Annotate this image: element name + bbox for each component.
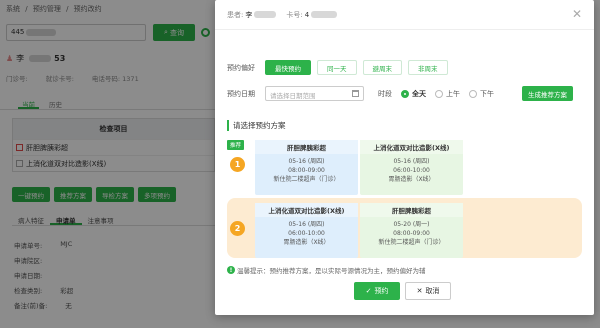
preference-label: 预约偏好 bbox=[227, 63, 255, 72]
plan-card[interactable]: 肝胆脾胰彩超 05-20 (周一) 08:00-09:00 新住院二楼超声（门诊… bbox=[360, 203, 463, 258]
card-number: 4 bbox=[304, 10, 310, 19]
confirm-booking-button[interactable]: ✓ 预约 bbox=[354, 282, 400, 300]
period-group: 时段 全天 上午 下午 bbox=[378, 89, 494, 99]
calendar-icon bbox=[352, 90, 359, 97]
patient-label: 患者: bbox=[227, 10, 244, 19]
pref-avoid-weekend-button[interactable]: 避周末 bbox=[362, 60, 402, 75]
date-range-input[interactable]: 请选择日期范围 bbox=[265, 86, 364, 101]
plan-card[interactable]: 上消化道双对比造影(X线) 05-16 (周四) 06:00-10:00 胃肠造… bbox=[360, 140, 463, 195]
section-title: 请选择预约方案 bbox=[227, 120, 286, 131]
preference-row: 预约偏好 最快预约 同一天 避周末 非周末 bbox=[227, 60, 448, 75]
dialog-header: 患者: 李 卡号: 4 bbox=[215, 0, 594, 30]
cancel-button[interactable]: ✕ 取消 bbox=[405, 282, 451, 300]
generate-plan-button[interactable]: 生成推荐方案 bbox=[522, 86, 573, 101]
period-afternoon[interactable]: 下午 bbox=[469, 89, 494, 99]
plan-number: 2 bbox=[230, 221, 245, 236]
pref-fastest-button[interactable]: 最快预约 bbox=[265, 60, 311, 75]
appointment-plan-dialog: 患者: 李 卡号: 4 ✕ 预约偏好 最快预约 同一天 避周末 非周末 预约日期 请… bbox=[215, 0, 594, 315]
close-icon[interactable]: ✕ bbox=[572, 8, 582, 20]
pref-non-weekend-button[interactable]: 非周末 bbox=[408, 60, 448, 75]
plan-card[interactable]: 上消化道双对比造影(X线) 05-16 (周四) 06:00-10:00 胃肠造… bbox=[255, 203, 358, 258]
info-icon: ! bbox=[227, 266, 235, 274]
period-all-day[interactable]: 全天 bbox=[401, 89, 426, 99]
period-morning[interactable]: 上午 bbox=[435, 89, 460, 99]
card-label: 卡号: bbox=[286, 10, 303, 19]
patient-name: 李 bbox=[245, 10, 253, 19]
pref-same-day-button[interactable]: 同一天 bbox=[317, 60, 357, 75]
check-icon: ✓ bbox=[365, 287, 372, 295]
recommend-badge: 推荐 bbox=[227, 140, 245, 150]
period-label: 时段 bbox=[378, 89, 392, 98]
plan-number: 1 bbox=[230, 157, 245, 172]
close-icon: ✕ bbox=[416, 287, 423, 295]
date-label: 预约日期 bbox=[227, 89, 255, 98]
date-row: 预约日期 请选择日期范围 时段 全天 上午 下午 bbox=[227, 86, 494, 101]
plan-card[interactable]: 肝胆脾胰彩超 05-16 (周四) 08:00-09:00 新住院二楼超声（门诊… bbox=[255, 140, 358, 195]
tip-text: ! 温馨提示：预约推荐方案，是以实际号源情况为主，预约偏好为辅 bbox=[227, 265, 426, 275]
